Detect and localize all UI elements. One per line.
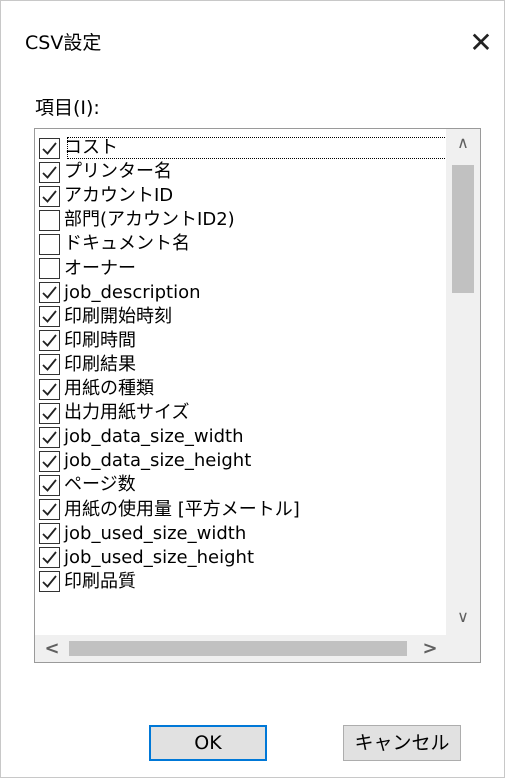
checkbox[interactable] <box>39 330 60 352</box>
checkmark-icon <box>42 503 57 516</box>
checklist-items: コスト プリンター名 アカウントID 部門(アカウントID2) ドキュメント名 オーナー j… <box>35 129 445 649</box>
checklist-item[interactable]: 部門(アカウントID2) <box>39 208 235 232</box>
checkbox[interactable] <box>39 282 60 304</box>
checklist-item[interactable]: job_used_size_width <box>39 522 246 546</box>
checklist-item[interactable]: 出力用紙サイズ <box>39 401 189 425</box>
checkmark-icon <box>42 190 57 203</box>
focus-indicator <box>67 137 445 159</box>
checkbox[interactable] <box>39 258 60 279</box>
checklist-item-label: プリンター名 <box>64 161 172 183</box>
checkbox[interactable] <box>39 161 60 183</box>
checklist-item-label: job_used_size_height <box>64 546 255 568</box>
checkmark-icon <box>42 527 57 540</box>
checklist-item-label: job_used_size_width <box>64 522 247 544</box>
checkbox[interactable] <box>39 306 60 328</box>
checkbox[interactable] <box>39 378 60 400</box>
vertical-scroll-thumb[interactable] <box>452 165 474 293</box>
checklist-item-label: job_description <box>64 281 201 303</box>
checklist-item[interactable]: 印刷品質 <box>39 570 136 594</box>
checklist-item[interactable]: job_used_size_height <box>39 546 254 570</box>
items-checklist[interactable]: コスト プリンター名 アカウントID 部門(アカウントID2) ドキュメント名 オーナー j… <box>34 128 481 663</box>
checklist-item-label: ドキュメント名 <box>64 233 190 255</box>
checkbox[interactable] <box>39 571 60 593</box>
checkbox[interactable] <box>39 426 60 448</box>
checklist-item-label: job_data_size_width <box>64 426 244 448</box>
vertical-scrollbar[interactable]: ∧ ∨ <box>446 129 480 643</box>
checkmark-icon <box>42 141 57 155</box>
checkbox[interactable] <box>39 499 60 520</box>
checklist-item-label: 印刷品質 <box>64 570 136 592</box>
checklist-item-label: 部門(アカウントID2) <box>64 209 235 231</box>
checklist-item-label: ページ数 <box>64 474 136 496</box>
checklist-item[interactable]: プリンター名 <box>39 160 172 184</box>
checklist-item[interactable]: オーナー <box>39 257 136 281</box>
scroll-down-icon[interactable]: ∨ <box>446 605 480 629</box>
checklist-item-label: job_data_size_height <box>64 450 252 472</box>
scrollbar-corner <box>446 635 480 662</box>
checklist-item[interactable]: 用紙の種類 <box>39 377 154 401</box>
checkmark-icon <box>42 575 57 589</box>
scroll-right-icon[interactable]: > <box>415 635 445 662</box>
checkmark-icon <box>42 382 57 396</box>
checklist-item[interactable]: 印刷結果 <box>39 353 136 377</box>
close-icon[interactable]: ✕ <box>461 23 501 63</box>
checklist-item-label: 出力用紙サイズ <box>64 402 190 424</box>
horizontal-scrollbar[interactable]: < > <box>35 635 446 662</box>
checkmark-icon <box>42 551 57 565</box>
items-label: 項目(I): <box>35 97 100 119</box>
scroll-left-icon[interactable]: < <box>37 635 67 662</box>
checkmark-icon <box>42 479 57 492</box>
checklist-item-label: 用紙の種類 <box>64 378 154 399</box>
checklist-item-label: 用紙の使用量 [平方メートル] <box>64 498 300 520</box>
checkmark-icon <box>42 431 57 444</box>
checkmark-icon <box>42 455 57 468</box>
checklist-item-label: 印刷時間 <box>64 329 136 351</box>
checklist-item[interactable]: ドキュメント名 <box>39 232 190 256</box>
checklist-item-label: オーナー <box>64 257 136 279</box>
scroll-up-icon[interactable]: ∧ <box>446 131 480 155</box>
checkmark-icon <box>42 286 57 299</box>
checklist-item[interactable]: job_data_size_height <box>39 449 251 473</box>
checkbox[interactable] <box>39 209 60 231</box>
title-bar: CSV設定 ✕ <box>1 1 504 91</box>
checkmark-icon <box>42 358 57 372</box>
checkbox[interactable] <box>39 474 60 496</box>
checklist-item-label: 印刷開始時刻 <box>64 305 172 327</box>
checklist-item[interactable]: 印刷時間 <box>39 329 136 353</box>
checkbox[interactable] <box>39 402 60 424</box>
checklist-item[interactable]: 印刷開始時刻 <box>39 305 172 329</box>
checklist-item[interactable]: 用紙の使用量 [平方メートル] <box>39 498 300 522</box>
checkmark-icon <box>42 310 57 324</box>
checkbox[interactable] <box>39 137 60 159</box>
checkmark-icon <box>42 407 57 420</box>
cancel-button[interactable]: キャンセル <box>343 725 461 761</box>
checkbox[interactable] <box>39 185 60 207</box>
checklist-item-label: 印刷結果 <box>64 353 136 375</box>
checklist-item[interactable]: ページ数 <box>39 473 136 497</box>
checkbox[interactable] <box>39 354 60 376</box>
checkmark-icon <box>42 334 57 348</box>
checkbox[interactable] <box>39 523 60 545</box>
checklist-item[interactable]: job_data_size_width <box>39 425 244 449</box>
checklist-item[interactable]: アカウントID <box>39 184 173 208</box>
checkbox[interactable] <box>39 450 60 472</box>
checklist-item[interactable]: job_description <box>39 281 201 305</box>
checklist-item[interactable]: コスト <box>39 136 445 160</box>
checkbox[interactable] <box>39 233 60 255</box>
checkbox[interactable] <box>39 547 60 569</box>
checkmark-icon <box>42 166 57 179</box>
csv-settings-dialog: CSV設定 ✕ 項目(I): コスト プリンター名 アカウントID 部門(アカウントI… <box>0 0 505 778</box>
horizontal-scroll-thumb[interactable] <box>69 641 407 656</box>
dialog-title: CSV設定 <box>25 32 102 54</box>
checklist-item-label: アカウントID <box>64 185 174 207</box>
ok-button[interactable]: OK <box>149 725 267 761</box>
